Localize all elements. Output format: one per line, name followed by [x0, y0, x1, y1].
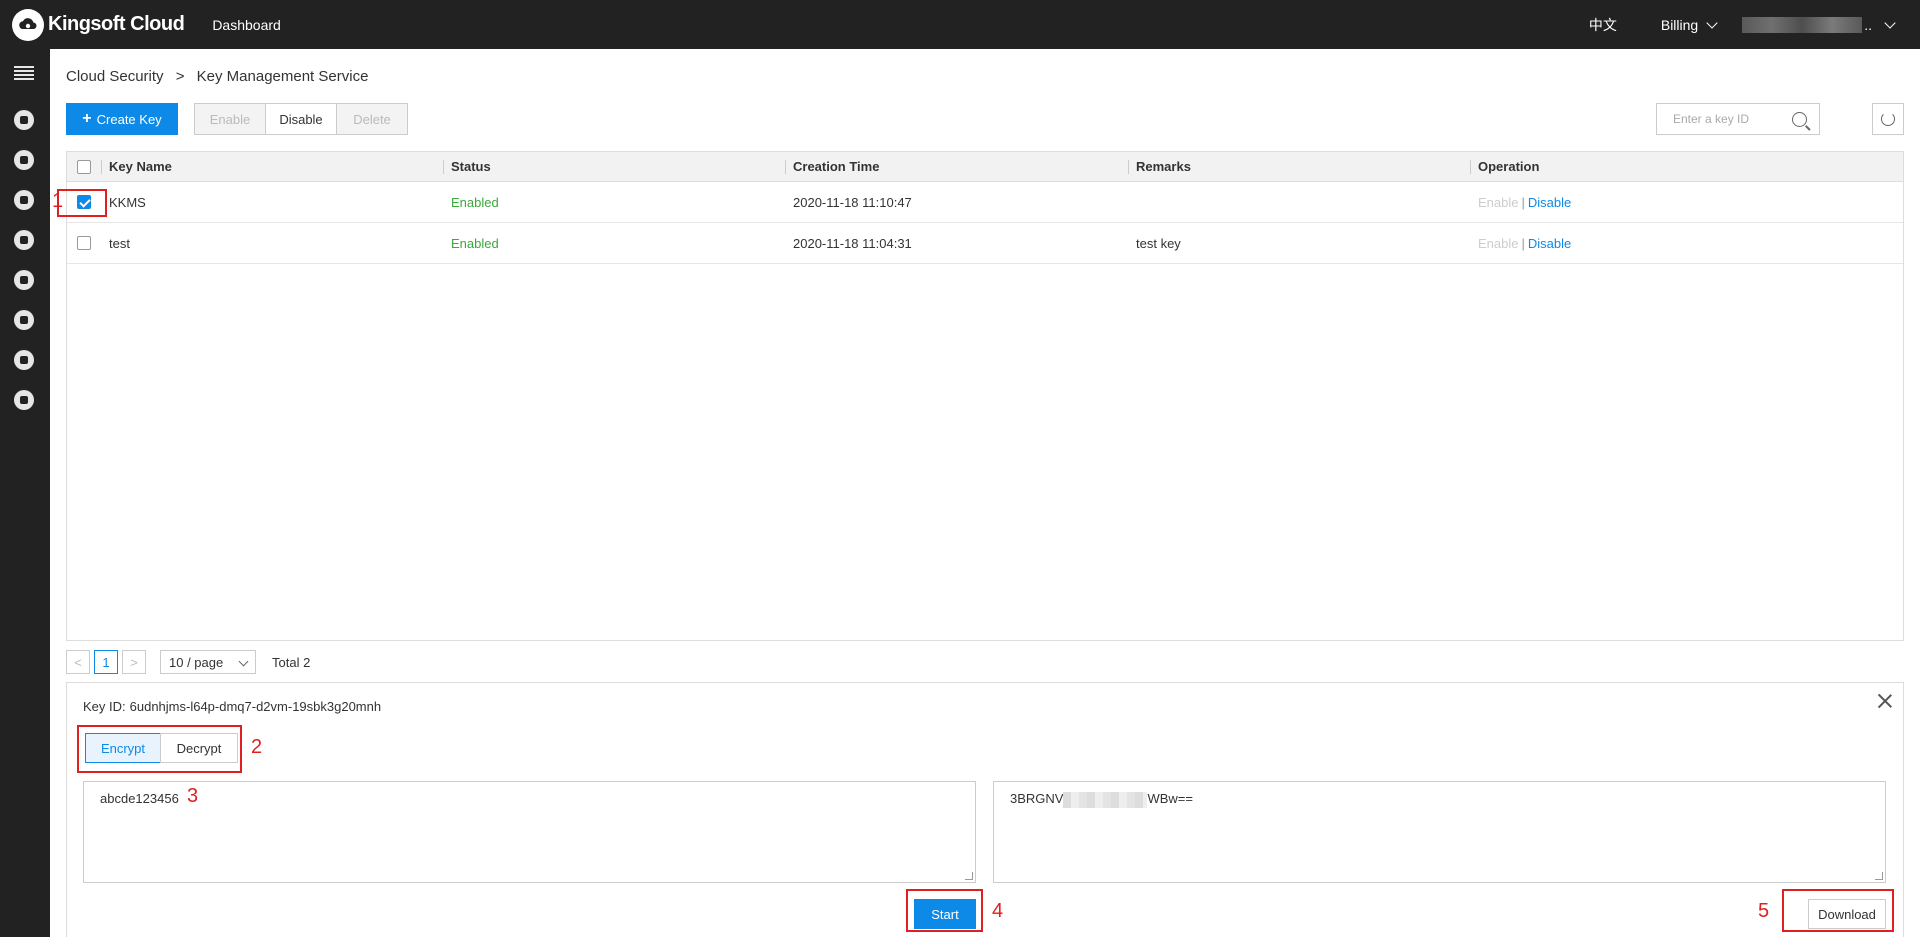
- table-row[interactable]: test Enabled 2020-11-18 11:04:31 test ke…: [67, 223, 1903, 264]
- pagination: < 1 > 10 / page Total 2: [66, 650, 310, 674]
- annotation-number-4: 4: [992, 900, 1004, 922]
- close-icon[interactable]: [1877, 693, 1893, 709]
- user-account-suffix: ..: [1864, 16, 1872, 33]
- resize-handle[interactable]: [965, 872, 973, 880]
- user-badge-icon[interactable]: [13, 149, 35, 171]
- op-separator: |: [1521, 195, 1525, 210]
- top-right-menu: 中文 Billing ..: [1589, 0, 1896, 49]
- total-count: Total 2: [272, 654, 311, 670]
- plaintext-value: abcde123456: [100, 791, 179, 806]
- page-size-select[interactable]: 10 / page: [160, 650, 256, 674]
- annotation-box-2: [77, 725, 242, 773]
- sidebar: [0, 49, 50, 937]
- key-creation-time: 2020-11-18 11:10:47: [793, 195, 912, 210]
- menu-icon[interactable]: [13, 62, 35, 84]
- key-operations: Enable | Disable: [1478, 182, 1571, 223]
- row-enable-link[interactable]: Enable: [1478, 195, 1518, 210]
- ciphertext-output[interactable]: 3BRGNV WBw==: [993, 781, 1886, 883]
- key-action-group: Enable Disable Delete: [194, 103, 408, 135]
- plus-icon: +: [82, 110, 92, 127]
- page-1-button[interactable]: 1: [94, 650, 118, 674]
- top-bar: Kingsoft Cloud Dashboard 中文 Billing ..: [0, 0, 1920, 49]
- page-size-value: 10 / page: [169, 654, 224, 670]
- row-disable-link[interactable]: Disable: [1528, 236, 1571, 251]
- plaintext-input[interactable]: abcde123456: [83, 781, 976, 883]
- row-checkbox[interactable]: [77, 236, 91, 250]
- next-page-button[interactable]: >: [122, 650, 146, 674]
- billing-label: Billing: [1660, 16, 1699, 33]
- create-key-label: Create Key: [96, 111, 162, 127]
- row-disable-link[interactable]: Disable: [1528, 195, 1571, 210]
- breadcrumb-parent[interactable]: Cloud Security: [66, 68, 164, 85]
- annotation-number-2: 2: [251, 736, 263, 758]
- key-id-value: 6udnhjms-l64p-dmq7-d2vm-19sbk3g20mnh: [129, 699, 382, 714]
- database-icon[interactable]: [13, 229, 35, 251]
- cloud-icon[interactable]: [13, 349, 35, 371]
- annotation-box-5: [1782, 889, 1894, 932]
- key-name: KKMS: [109, 195, 146, 210]
- annotation-number-5: 5: [1758, 900, 1770, 922]
- enable-button[interactable]: Enable: [194, 103, 266, 135]
- brand-name: Kingsoft Cloud: [48, 13, 185, 35]
- billing-menu[interactable]: Billing: [1660, 16, 1718, 33]
- keys-table: Key Name Status Creation Time Remarks Op…: [66, 151, 1904, 641]
- select-all-checkbox[interactable]: [77, 160, 91, 174]
- redacted-text: [1063, 791, 1148, 808]
- resize-handle[interactable]: [1875, 872, 1883, 880]
- selected-key-id: Key ID: 6udnhjms-l64p-dmq7-d2vm-19sbk3g20…: [83, 699, 381, 714]
- key-operations: Enable | Disable: [1478, 223, 1571, 264]
- delete-button[interactable]: Delete: [336, 103, 408, 135]
- key-id-label: Key ID:: [83, 699, 126, 714]
- col-key-name: Key Name: [109, 159, 172, 174]
- breadcrumb-current: Key Management Service: [196, 68, 369, 85]
- id-card-icon[interactable]: [13, 389, 35, 411]
- col-status: Status: [451, 159, 491, 174]
- table-row[interactable]: KKMS Enabled 2020-11-18 11:10:47 Enable |…: [67, 182, 1903, 223]
- breadcrumb: Cloud Security > Key Management Service: [66, 68, 368, 85]
- prev-page-button[interactable]: <: [66, 650, 90, 674]
- chevron-down-icon: [1706, 16, 1718, 29]
- user-account-name[interactable]: [1742, 16, 1863, 33]
- annotation-box-4: [906, 889, 983, 932]
- refresh-icon: [1881, 112, 1895, 126]
- disable-button[interactable]: Disable: [265, 103, 337, 135]
- key-status: Enabled: [451, 236, 499, 251]
- server-list-icon[interactable]: [13, 189, 35, 211]
- support-icon[interactable]: [13, 269, 35, 291]
- nav-dashboard-link[interactable]: Dashboard: [212, 17, 281, 33]
- create-key-button[interactable]: + Create Key: [66, 103, 178, 135]
- col-operation: Operation: [1478, 159, 1540, 174]
- table-header: Key Name Status Creation Time Remarks Op…: [67, 152, 1903, 182]
- annotation-number-3: 3: [187, 785, 199, 807]
- shield-icon[interactable]: [13, 109, 35, 131]
- search-icon[interactable]: [1792, 112, 1807, 127]
- key-search-box: [1656, 103, 1820, 135]
- refresh-button[interactable]: [1872, 103, 1904, 135]
- key-creation-time: 2020-11-18 11:04:31: [793, 236, 912, 251]
- key-name: test: [109, 236, 130, 251]
- annotation-number-1: 1: [52, 190, 64, 212]
- col-creation-time: Creation Time: [793, 159, 880, 174]
- cloud-logo-icon: [12, 8, 44, 41]
- key-id-search-input[interactable]: [1673, 112, 1793, 126]
- chevron-down-icon[interactable]: [1884, 16, 1896, 29]
- key-status: Enabled: [451, 195, 499, 210]
- breadcrumb-separator: >: [175, 68, 185, 85]
- ciphertext-prefix: 3BRGNV: [1010, 791, 1064, 806]
- ciphertext-suffix: WBw==: [1147, 791, 1193, 806]
- brand-logo[interactable]: Kingsoft Cloud: [12, 0, 185, 49]
- language-switch[interactable]: 中文: [1589, 15, 1617, 35]
- annotation-box-1: [57, 189, 107, 217]
- col-remarks: Remarks: [1136, 159, 1191, 174]
- row-enable-link[interactable]: Enable: [1478, 236, 1518, 251]
- main-content: Cloud Security > Key Management Service …: [50, 49, 1920, 937]
- network-icon[interactable]: [13, 309, 35, 331]
- op-separator: |: [1521, 236, 1525, 251]
- chevron-down-icon: [238, 656, 249, 667]
- key-remarks: test key: [1136, 236, 1181, 251]
- crypto-panel: Key ID: 6udnhjms-l64p-dmq7-d2vm-19sbk3g20…: [66, 682, 1904, 937]
